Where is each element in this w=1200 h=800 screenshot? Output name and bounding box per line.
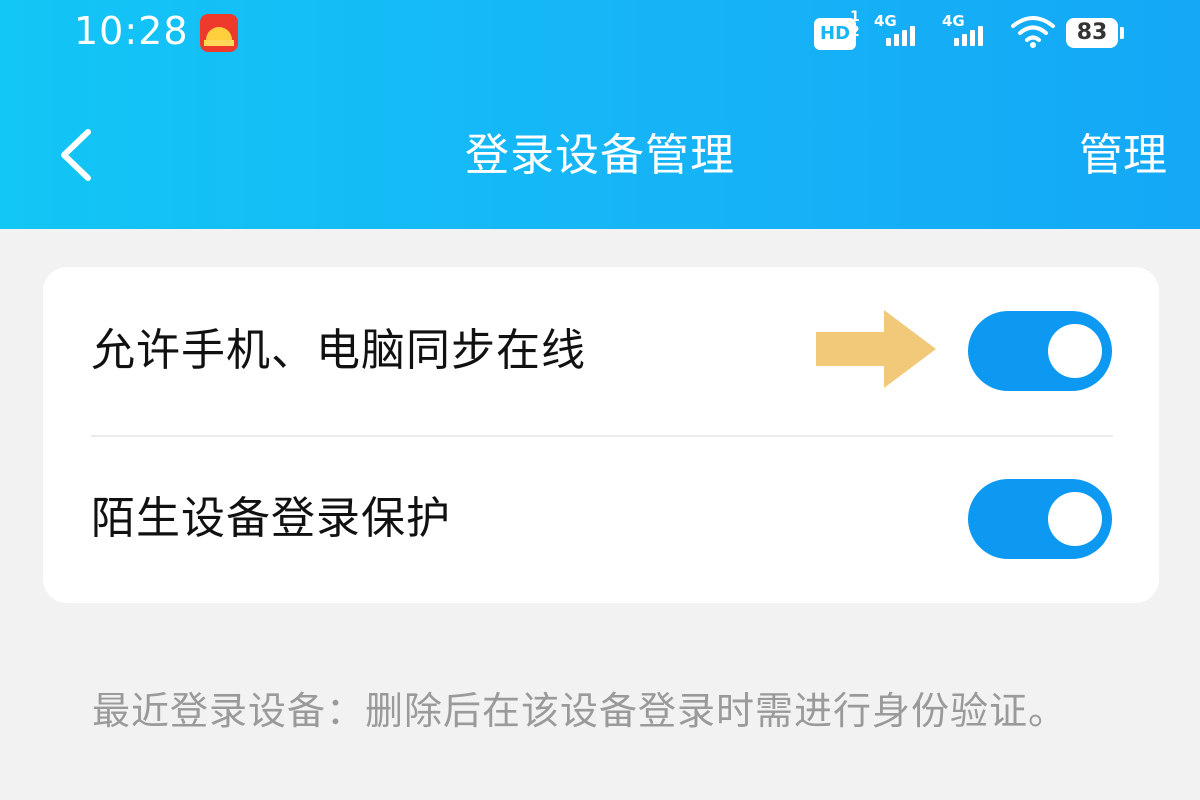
sim-indicator-top: 1 [850,9,860,25]
wifi-icon [1010,14,1056,54]
network-type-label: 4G [942,12,965,30]
app-header: 10:28 HD 1 2 4G 4G 83 登录设备管理 管理 [0,0,1200,229]
back-button[interactable] [50,120,110,190]
chevron-left-icon [61,129,91,181]
setting-label: 陌生设备登录保护 [91,493,451,544]
settings-card: 允许手机、电脑同步在线 陌生设备登录保护 [43,267,1159,603]
sync-online-toggle[interactable] [968,311,1112,391]
network-type-label: 4G [874,12,897,30]
page-title: 登录设备管理 [465,130,735,181]
toggle-knob [1048,324,1102,378]
status-time: 10:28 [74,9,189,53]
recent-devices-note: 最近登录设备：删除后在该设备登录时需进行身份验证。 [92,689,1068,733]
setting-row-sync-online: 允许手机、电脑同步在线 [43,267,1159,435]
toggle-knob [1048,492,1102,546]
setting-label: 允许手机、电脑同步在线 [91,325,586,376]
sim-indicator-bottom: 2 [850,24,860,40]
battery-cap [1120,27,1124,39]
device-protection-toggle[interactable] [968,479,1112,559]
setting-row-device-protection: 陌生设备登录保护 [43,435,1159,603]
news-app-icon [200,14,238,52]
battery-icon: 83 [1066,18,1118,48]
arrow-right-icon [816,310,936,388]
sim-indicator: 1 2 [850,10,860,40]
manage-button[interactable]: 管理 [1079,126,1167,186]
